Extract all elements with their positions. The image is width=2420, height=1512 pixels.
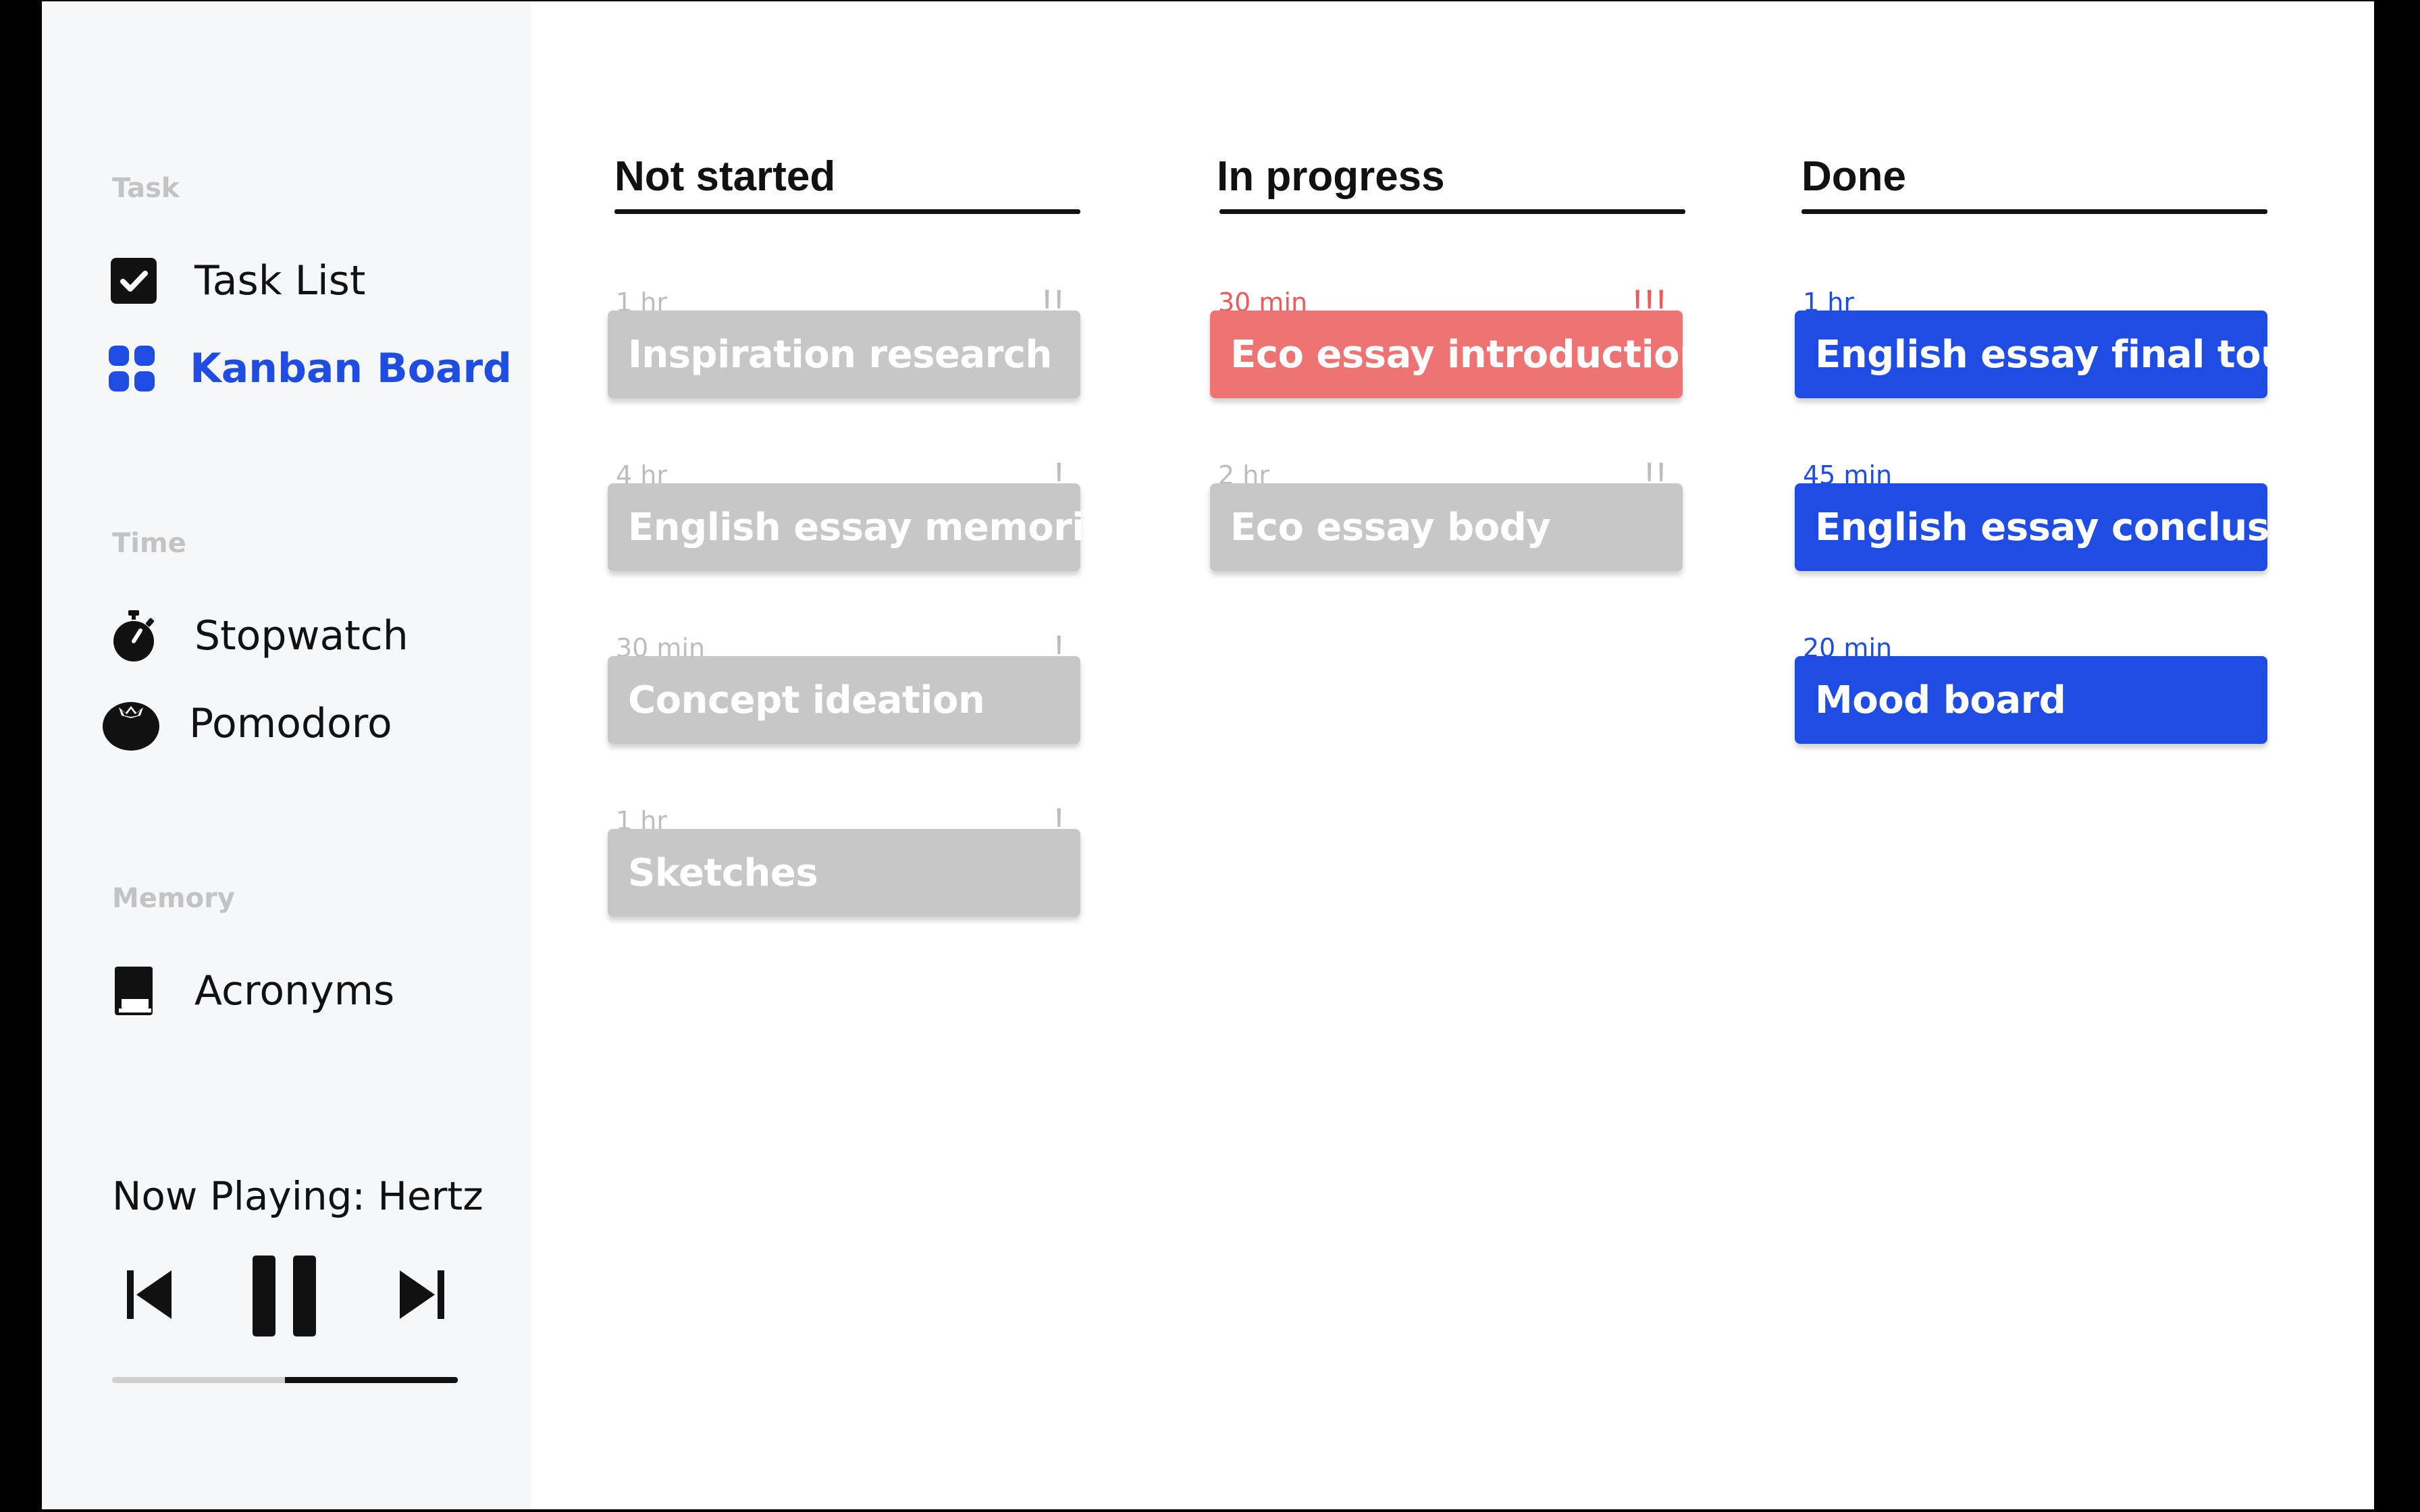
kanban-card[interactable]: English essay memorise <box>608 483 1132 571</box>
playback-progress-fill <box>285 1377 458 1383</box>
checkbox-icon <box>107 254 161 308</box>
app-window: Task Task List Kanban Board Time Stopwat… <box>42 1 2374 1509</box>
card-title: Concept ideation <box>628 678 985 722</box>
kanban-card-item: 20 min Mood board <box>1795 633 2267 795</box>
sidebar-item-label: Pomodoro <box>189 700 392 747</box>
sidebar-item-label: Kanban Board <box>190 345 512 392</box>
kanban-card[interactable]: Inspiration research <box>608 310 1080 398</box>
kanban-card-item: 30 min!!! Eco essay introduction <box>1210 281 1706 450</box>
sidebar-item-pomodoro[interactable]: Pomodoro <box>103 690 512 757</box>
section-title-time: Time <box>112 528 186 559</box>
kanban-card-item: 1 hr!! Inspiration research <box>608 281 1080 450</box>
sidebar: Task Task List Kanban Board Time Stopwat… <box>42 1 531 1509</box>
book-icon <box>107 964 161 1018</box>
kanban-card-item: 1 hr! Sketches <box>608 800 1080 968</box>
sidebar-item-label: Task List <box>194 257 366 304</box>
sidebar-item-label: Acronyms <box>194 967 395 1015</box>
previous-icon <box>127 1270 172 1319</box>
kanban-card[interactable]: English essay final touch <box>1795 310 2336 398</box>
card-title: Inspiration research <box>628 332 1052 377</box>
playback-progress-bar[interactable] <box>112 1377 458 1383</box>
card-title: English essay memorise <box>628 505 1132 549</box>
tomato-icon <box>101 697 161 751</box>
kanban-card-item: 1 hr English essay final touch <box>1795 288 2336 450</box>
column-divider <box>1219 209 1685 214</box>
kanban-column: Done 1 hr English essay final touch 45 min E… <box>1795 153 2336 744</box>
section-title-task: Task <box>112 173 180 204</box>
card-title: English essay conclusion <box>1815 505 2334 549</box>
kanban-card-item: 4 hr! English essay memorise <box>608 454 1132 622</box>
card-title: Mood board <box>1815 678 2066 722</box>
kanban-card[interactable]: Concept ideation <box>608 656 1080 744</box>
kanban-column: In progress 30 min!!! Eco essay introducti… <box>1210 153 1706 571</box>
now-playing-label: Now Playing: Hertz <box>112 1173 483 1219</box>
kanban-card[interactable]: English essay conclusion <box>1795 483 2334 571</box>
pause-button[interactable] <box>248 1254 320 1341</box>
kanban-card[interactable]: Mood board <box>1795 656 2267 744</box>
pause-icon <box>253 1256 316 1336</box>
kanban-card[interactable]: Eco essay introduction <box>1210 310 1706 398</box>
card-title: English essay final touch <box>1815 332 2336 377</box>
sidebar-item-acronyms[interactable]: Acronyms <box>107 957 512 1025</box>
sidebar-item-kanban-board[interactable]: Kanban Board <box>107 335 512 402</box>
card-title: Eco essay introduction <box>1230 332 1706 377</box>
grid-icon <box>107 342 156 396</box>
kanban-card-item: 30 min! Concept ideation <box>608 627 1080 795</box>
sidebar-item-task-list[interactable]: Task List <box>107 247 512 315</box>
stopwatch-icon <box>107 609 161 663</box>
previous-button[interactable] <box>124 1268 176 1324</box>
section-title-memory: Memory <box>112 883 235 914</box>
next-icon <box>400 1270 444 1319</box>
card-title: Sketches <box>628 850 818 895</box>
card-title: Eco essay body <box>1230 505 1551 549</box>
kanban-card-item: 45 min English essay conclusion <box>1795 460 2334 622</box>
sidebar-item-label: Stopwatch <box>194 612 409 659</box>
kanban-card[interactable]: Eco essay body <box>1210 483 1683 571</box>
next-button[interactable] <box>396 1268 447 1324</box>
column-divider <box>1801 209 2267 214</box>
column-title: In progress <box>1217 153 1445 200</box>
kanban-card-item: 2 hr!! Eco essay body <box>1210 454 1683 622</box>
kanban-card[interactable]: Sketches <box>608 829 1080 917</box>
column-title: Done <box>1801 153 1906 200</box>
kanban-column: Not started 1 hr!! Inspiration research 4 h… <box>608 153 1132 917</box>
column-title: Not started <box>614 153 836 200</box>
column-divider <box>614 209 1080 214</box>
sidebar-item-stopwatch[interactable]: Stopwatch <box>107 602 512 670</box>
